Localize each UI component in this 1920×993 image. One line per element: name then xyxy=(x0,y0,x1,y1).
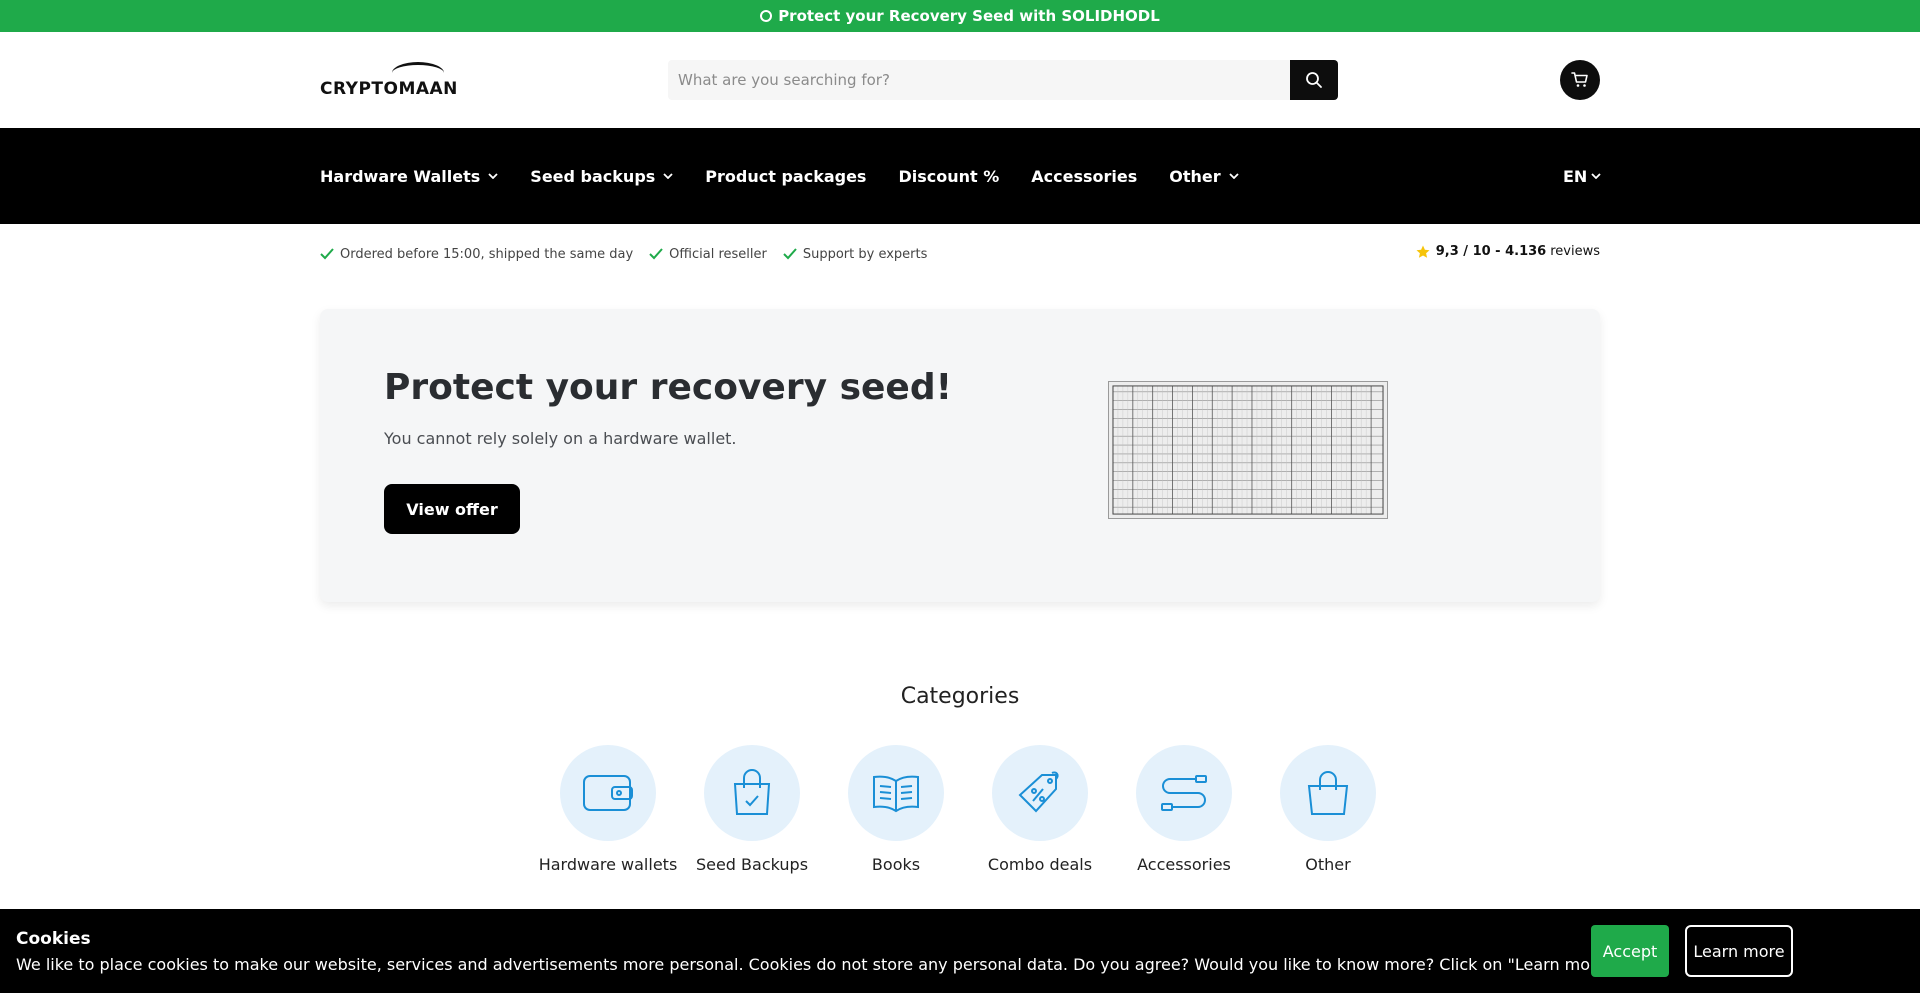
nav-item-discount[interactable]: Discount % xyxy=(898,167,999,186)
accept-cookies-button[interactable]: Accept xyxy=(1591,925,1669,977)
review-rating[interactable]: 9,3 / 10 - 4.136 reviews xyxy=(1416,244,1600,259)
usp-item: Official reseller xyxy=(649,247,767,262)
category-icon-circle xyxy=(560,745,656,841)
cart-button[interactable] xyxy=(1560,60,1600,100)
nav-item-product-packages[interactable]: Product packages xyxy=(705,167,866,186)
announcement-text: Protect your Recovery Seed with SOLIDHOD… xyxy=(778,7,1160,25)
shopping-bag-icon xyxy=(1307,771,1349,815)
view-offer-button[interactable]: View offer xyxy=(384,484,520,534)
hero-subtitle: You cannot rely solely on a hardware wal… xyxy=(384,429,737,448)
main-nav: Hardware Wallets Seed backups Product pa… xyxy=(0,128,1920,224)
check-icon xyxy=(320,248,334,260)
hero-title: Protect your recovery seed! xyxy=(384,367,953,408)
cookie-banner: Cookies We like to place cookies to make… xyxy=(0,909,1920,993)
nav-item-label: Product packages xyxy=(705,166,867,186)
usp-item: Ordered before 15:00, shipped the same d… xyxy=(320,247,633,262)
search-icon xyxy=(1306,72,1322,88)
category-combo-deals[interactable]: Combo deals xyxy=(968,745,1112,874)
site-header: CRYPTOMAAN xyxy=(0,32,1920,128)
check-icon xyxy=(649,248,663,260)
category-books[interactable]: Books xyxy=(824,745,968,874)
nav-item-label: Discount % xyxy=(898,166,1000,186)
wallet-icon xyxy=(583,775,633,811)
search-input[interactable] xyxy=(668,60,1290,100)
nav-item-seed-backups[interactable]: Seed backups xyxy=(530,167,673,186)
category-label: Other xyxy=(1305,855,1351,874)
category-icon-circle xyxy=(848,745,944,841)
chevron-down-icon xyxy=(1229,173,1239,179)
chevron-down-icon xyxy=(488,173,498,179)
usp-text: Official reseller xyxy=(669,246,767,262)
rating-suffix: reviews xyxy=(1550,244,1600,259)
nav-item-label: Seed backups xyxy=(530,166,656,186)
nav-item-label: Other xyxy=(1169,166,1221,186)
category-seed-backups[interactable]: Seed Backups xyxy=(680,745,824,874)
category-icon-circle xyxy=(1136,745,1232,841)
cable-icon xyxy=(1161,775,1207,811)
category-other[interactable]: Other xyxy=(1256,745,1400,874)
category-label: Accessories xyxy=(1137,855,1231,874)
category-accessories[interactable]: Accessories xyxy=(1112,745,1256,874)
category-hardware-wallets[interactable]: Hardware wallets xyxy=(536,745,680,874)
category-label: Seed Backups xyxy=(695,855,809,874)
cookie-text: We like to place cookies to make our web… xyxy=(16,955,1619,974)
search-bar xyxy=(668,60,1338,100)
seed-plate-image[interactable] xyxy=(1108,381,1388,519)
category-label: Hardware wallets xyxy=(538,855,678,874)
usp-text: Support by experts xyxy=(802,246,928,262)
learn-more-button[interactable]: Learn more xyxy=(1685,925,1793,977)
category-icon-circle xyxy=(1280,745,1376,841)
announcement-bar[interactable]: Protect your Recovery Seed with SOLIDHOD… xyxy=(0,0,1920,32)
category-label: Combo deals xyxy=(987,855,1093,874)
category-list: Hardware wallets Seed Backups Books Comb… xyxy=(536,745,1400,874)
usp-item: Support by experts xyxy=(783,246,928,262)
nav-item-accessories[interactable]: Accessories xyxy=(1031,167,1137,186)
category-icon-circle xyxy=(992,745,1088,841)
language-selector[interactable]: EN xyxy=(1563,128,1601,224)
hero-banner: Protect your recovery seed! You cannot r… xyxy=(320,309,1600,602)
language-label: EN xyxy=(1563,166,1588,186)
categories-title: Categories xyxy=(900,684,1020,709)
nav-item-label: Hardware Wallets xyxy=(320,166,481,186)
nav-item-other[interactable]: Other xyxy=(1169,166,1239,186)
chevron-down-icon xyxy=(663,173,673,179)
discount-tag-icon xyxy=(1018,771,1059,813)
lock-icon xyxy=(760,10,773,22)
cookie-title: Cookies xyxy=(16,929,91,949)
usp-text: Ordered before 15:00, shipped the same d… xyxy=(340,246,634,262)
category-icon-circle xyxy=(704,745,800,841)
usp-bar: Ordered before 15:00, shipped the same d… xyxy=(320,244,1600,264)
book-icon xyxy=(873,775,919,813)
rating-score: 9,3 / 10 - 4.136 xyxy=(1435,244,1547,259)
search-button[interactable] xyxy=(1290,60,1338,100)
shopping-bag-check-icon xyxy=(733,769,771,815)
chevron-down-icon xyxy=(1591,173,1601,179)
logo-text: CRYPTOMAAN xyxy=(320,79,458,99)
star-icon xyxy=(1416,245,1430,258)
nav-item-hardware-wallets[interactable]: Hardware Wallets xyxy=(320,167,498,186)
cart-icon xyxy=(1571,72,1588,87)
nav-item-label: Accessories xyxy=(1031,166,1138,186)
logo[interactable]: CRYPTOMAAN xyxy=(320,62,457,102)
category-label: Books xyxy=(871,855,921,874)
check-icon xyxy=(783,248,797,260)
